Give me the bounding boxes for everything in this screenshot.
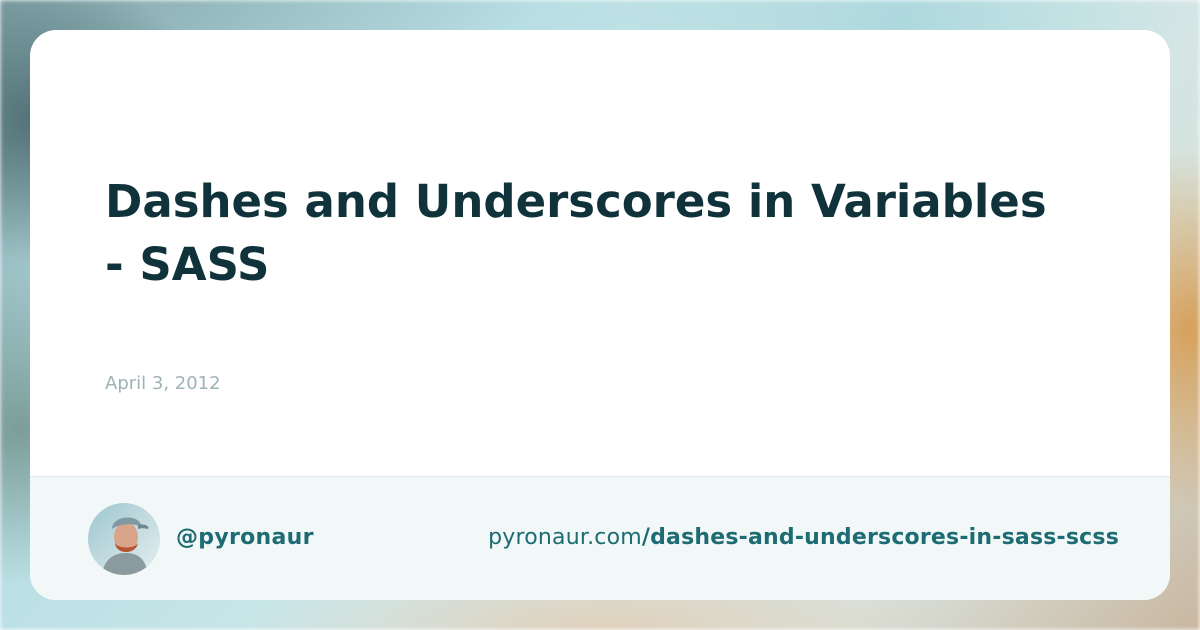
- avatar-photo-icon: [88, 503, 160, 575]
- card-footer: @pyronaur pyronaur.com/dashes-and-unders…: [30, 476, 1170, 600]
- url-domain: pyronaur.com: [488, 525, 642, 550]
- post-url[interactable]: pyronaur.com/dashes-and-underscores-in-s…: [488, 525, 1119, 550]
- url-path: /dashes-and-underscores-in-sass-scss: [641, 525, 1119, 550]
- avatar: [88, 503, 160, 575]
- post-card: Dashes and Underscores in Variables - SA…: [30, 30, 1170, 600]
- post-title: Dashes and Underscores in Variables - SA…: [105, 175, 1047, 291]
- author-handle[interactable]: @pyronaur: [176, 525, 314, 550]
- post-date: April 3, 2012: [105, 373, 221, 394]
